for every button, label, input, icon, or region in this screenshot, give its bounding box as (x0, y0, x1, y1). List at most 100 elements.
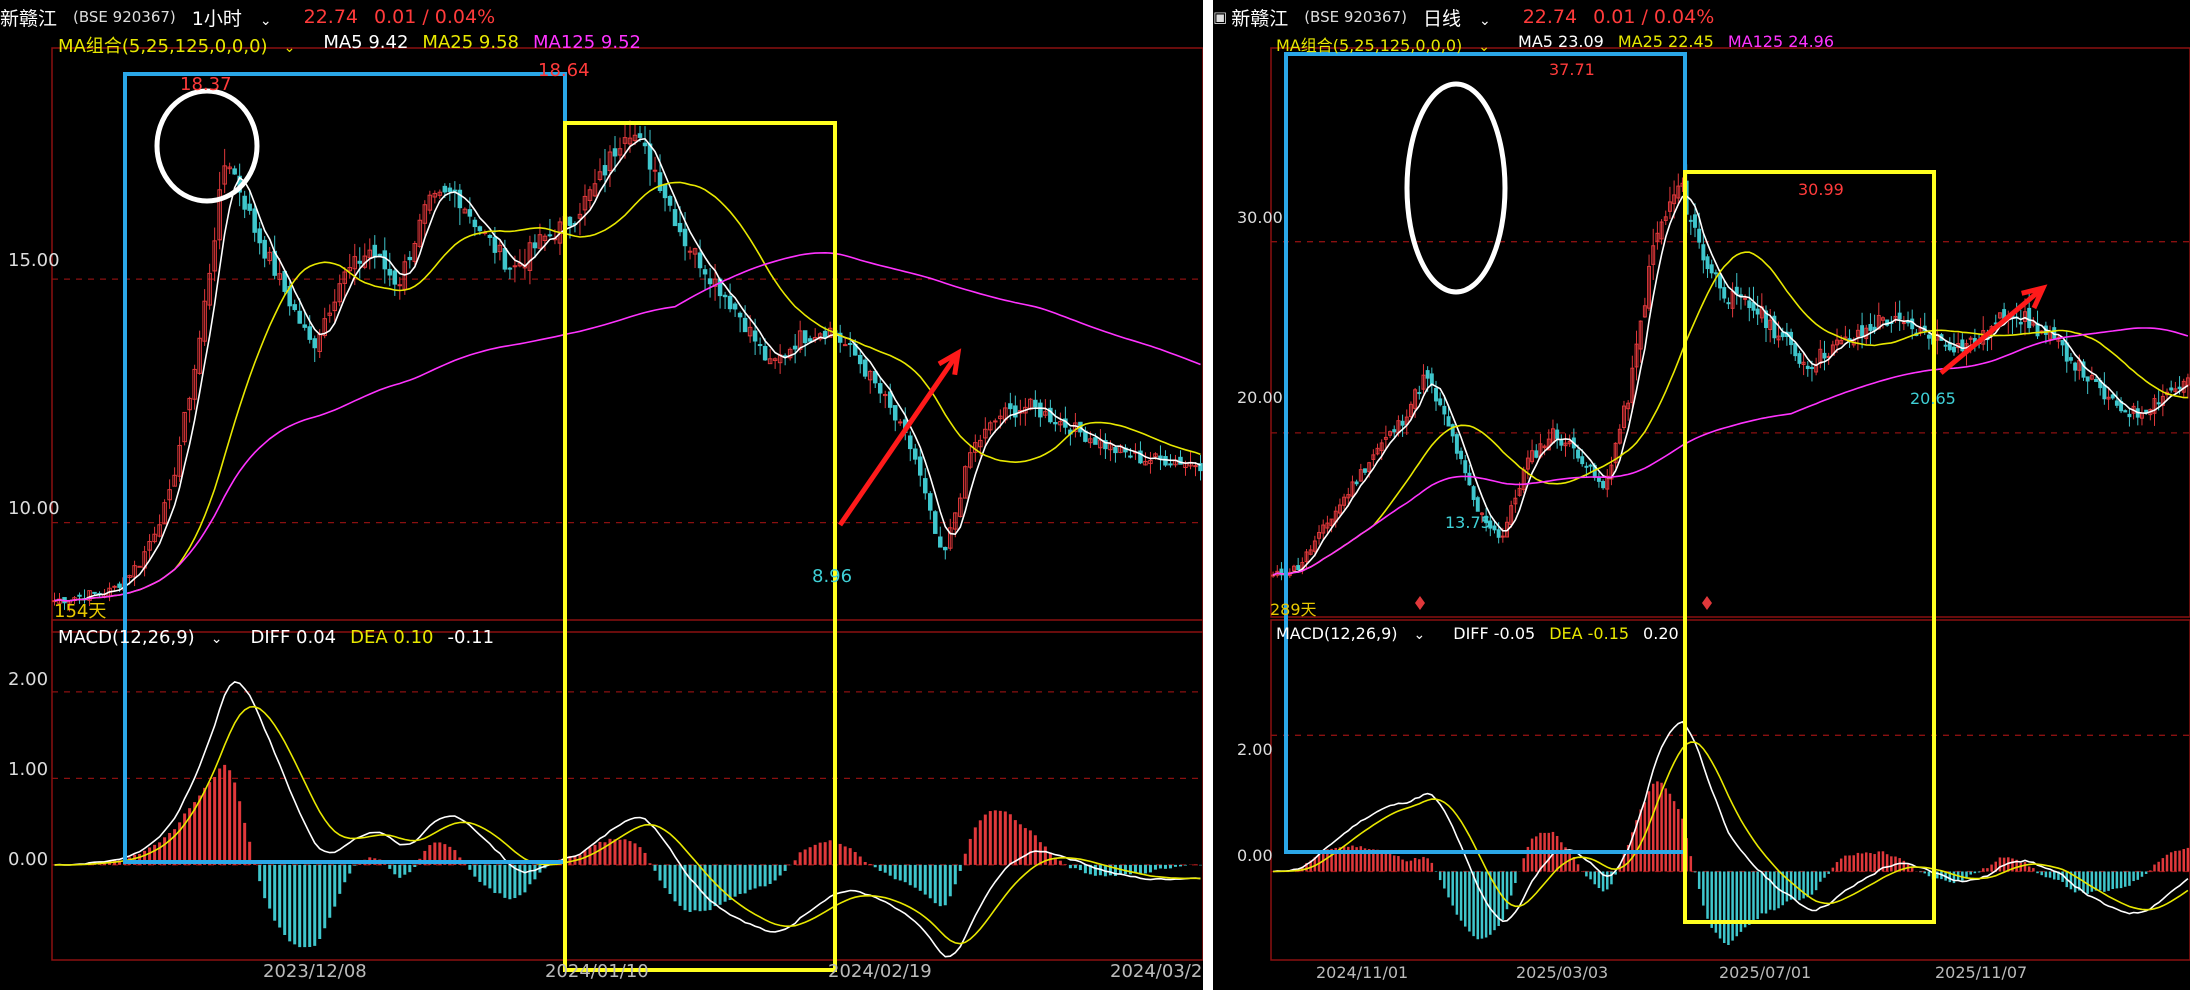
candle-body (112, 585, 117, 588)
candle-body (1809, 366, 1814, 370)
ma25-value: MA25 22.45 (1617, 32, 1714, 51)
candle-body (687, 250, 693, 253)
ma-label: MA组合(5,25,125,0,0,0) (1276, 36, 1463, 55)
chart-header: 新赣江 (BSE 920367) 1小时 ⌄ 22.74 0.01 / 0.04% (0, 2, 511, 32)
candle-body (802, 330, 808, 344)
candle-body (452, 189, 458, 192)
candle-body (477, 226, 483, 232)
macd-legend: MACD(12,26,9) ⌄ DIFF -0.05 DEA -0.15 0.20 (1276, 624, 1693, 643)
candle-body (602, 165, 608, 176)
candle-body (257, 228, 262, 244)
diff-value: DIFF -0.05 (1453, 624, 1536, 643)
candle-body (502, 248, 508, 270)
candle-body (507, 267, 513, 270)
blue-highlight-box (123, 72, 567, 864)
candle-body (377, 253, 383, 257)
candle-body (1492, 525, 1497, 531)
macd-y-tick-label: 0.00 (8, 849, 49, 870)
x-tick-label: 2023/12/08 (263, 961, 367, 982)
candle-body (1008, 403, 1013, 410)
candle-body (672, 209, 678, 227)
macd-y-tick-label: 0.00 (1237, 846, 1273, 865)
macd-indicator-selector[interactable]: MACD(12,26,9) ⌄ (1276, 624, 1439, 643)
candle-body (612, 148, 618, 157)
signal-marker-icon (1702, 596, 1712, 610)
candle-body (877, 383, 883, 394)
macd-value: -0.11 (447, 627, 495, 648)
candle-body (382, 250, 388, 270)
candle-body (1705, 256, 1710, 270)
candle-body (682, 228, 688, 247)
candle-body (928, 493, 933, 511)
candle-body (1868, 324, 1873, 331)
candle-body (742, 317, 748, 333)
candle-body (397, 284, 403, 287)
candle-body (652, 169, 658, 172)
candle-body (1463, 460, 1468, 474)
candle-body (897, 421, 903, 424)
candle-body (1450, 424, 1455, 437)
candle-body (92, 591, 97, 594)
stock-name[interactable]: 新赣江 (0, 4, 57, 31)
ma5-line (54, 137, 1201, 602)
candle-body (727, 295, 733, 310)
candle-body (2114, 400, 2119, 406)
candle-body (1500, 535, 1505, 538)
candle-body (642, 142, 648, 147)
x-tick-label: 2025/07/01 (1719, 963, 1812, 982)
candle-body (567, 216, 573, 227)
panel-divider (1203, 0, 1213, 990)
y-tick-label: 10.00 (8, 498, 60, 519)
candle-body (1168, 463, 1173, 466)
ma-indicator-selector[interactable]: MA组合(5,25,125,0,0,0) ⌄ (1276, 32, 1504, 56)
candle-body (1454, 434, 1459, 454)
candle-body (2094, 378, 2098, 382)
candle-body (1952, 346, 1956, 353)
x-tick-label: 2025/11/07 (1935, 963, 2028, 982)
candle-body (637, 133, 643, 138)
chart-panel-daily: ▣ 新赣江 (BSE 920367) 日线 ⌄ 22.74 0.01 / 0.04… (1213, 0, 2190, 990)
period-label: 1小时 (191, 7, 242, 30)
candle-body (302, 324, 307, 328)
candle-body (1860, 325, 1865, 337)
candle-body (252, 208, 257, 233)
ma25-line (1272, 251, 2188, 576)
candle-body (923, 478, 928, 494)
candle-body (492, 236, 498, 253)
ma125-line (54, 251, 1201, 602)
period-selector[interactable]: 日线 ⌄ (1423, 4, 1507, 31)
chevron-down-icon: ⌄ (1413, 627, 1426, 643)
candle-body (292, 304, 297, 311)
ma25-line (54, 181, 1201, 602)
candle-body (387, 268, 393, 276)
candle-body (407, 256, 413, 261)
candle-body (697, 252, 703, 269)
macd-indicator-selector[interactable]: MACD(12,26,9) ⌄ (58, 627, 236, 648)
ma5-value: MA5 9.42 (323, 32, 409, 53)
low-annotation: 13.75 (1445, 513, 1491, 532)
macd-pane-frame (1270, 619, 2190, 961)
diff-value: DIFF 0.04 (250, 627, 337, 648)
macd-y-tick-label: 1.00 (8, 759, 49, 780)
candle-body (862, 359, 868, 377)
candle-body (887, 391, 893, 408)
candle-body (1726, 302, 1731, 305)
stock-name[interactable]: 新赣江 (1231, 4, 1288, 31)
candle-body (1093, 437, 1098, 445)
candle-body (1901, 322, 1906, 325)
candle-body (117, 583, 122, 588)
ma-label: MA组合(5,25,125,0,0,0) (58, 36, 268, 57)
link-icon[interactable]: ▣ (1213, 8, 1227, 26)
candle-body (1747, 300, 1752, 309)
daily-chart-svg (1270, 47, 2190, 961)
period-selector[interactable]: 1小时 ⌄ (192, 4, 288, 31)
chevron-down-icon: ⌄ (210, 631, 223, 647)
candle-body (938, 536, 943, 548)
candle-body (357, 260, 363, 264)
candle-body (1780, 332, 1785, 338)
dea-value: DEA -0.15 (1549, 624, 1630, 643)
chevron-down-icon: ⌄ (1478, 39, 1491, 55)
ma-indicator-selector[interactable]: MA组合(5,25,125,0,0,0) ⌄ (58, 32, 309, 58)
candle-body (1718, 274, 1723, 289)
candle-body (792, 345, 798, 350)
